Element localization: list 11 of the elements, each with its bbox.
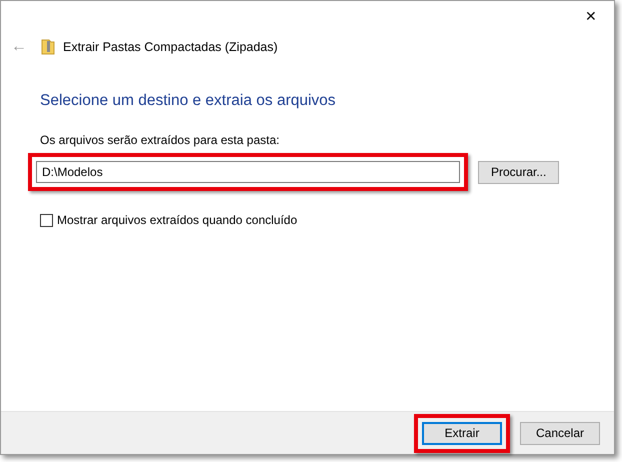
checkbox-label: Mostrar arquivos extraídos quando concluído [57, 212, 298, 230]
close-button[interactable]: ✕ [568, 1, 614, 31]
window-title: Extrair Pastas Compactadas (Zipadas) [63, 38, 278, 56]
dialog-button[interactable]: Cancelar [520, 422, 600, 444]
heading: Selecione um destino e extraia os arquivos [40, 91, 337, 111]
folder-field[interactable]: D:\Modelos [36, 161, 460, 184]
field-label: Os arquivos serão extraídos para esta pasta: [40, 132, 280, 150]
browse-button[interactable]: Procurar... [478, 160, 560, 184]
dialog-button[interactable]: Extrair [422, 422, 502, 444]
checkbox[interactable] [40, 214, 53, 227]
zip-folder-icon [41, 39, 55, 55]
